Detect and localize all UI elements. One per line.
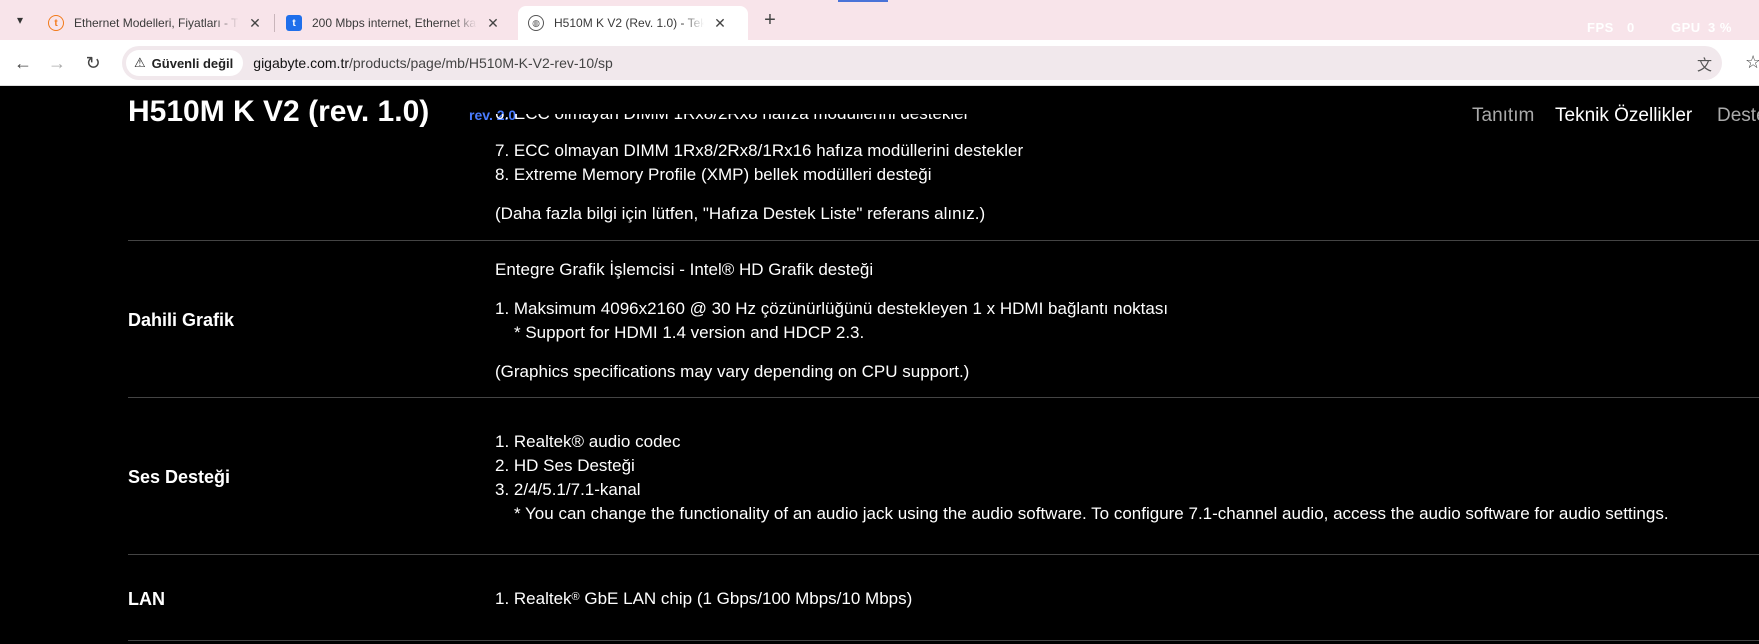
url-domain: gigabyte.com.tr xyxy=(253,55,349,71)
translate-icon[interactable]: 文 xyxy=(1697,54,1712,75)
lan-prefix: 1. Realtek xyxy=(495,589,572,608)
gpu-label: GPU xyxy=(1671,20,1701,35)
url-text[interactable]: gigabyte.com.tr/products/page/mb/H510M-K… xyxy=(253,55,613,71)
spec-label-audio: Ses Desteği xyxy=(128,467,231,487)
section-divider xyxy=(128,640,1759,641)
product-title: H510M K V2 (rev. 1.0) xyxy=(128,95,430,128)
nav-tanitim[interactable]: Tanıtım xyxy=(1472,105,1534,127)
t-icon: t xyxy=(286,15,302,31)
tab-divider xyxy=(274,14,275,32)
tab-200-mbps[interactable]: t 200 Mbps internet, Ethernet kat ✕ xyxy=(276,6,511,40)
spec-label-graphics: Dahili Grafik xyxy=(128,310,235,330)
tab-title: Ethernet Modelleri, Fiyatları - Tr xyxy=(74,16,239,30)
graphics-subline: * Support for HDMI 1.4 version and HDCP … xyxy=(514,323,865,342)
section-divider xyxy=(128,240,1759,241)
audio-line: 2. HD Ses Desteği xyxy=(495,456,635,475)
gpu-value: 3 % xyxy=(1708,20,1732,35)
tab-strip: ▾ t Ethernet Modelleri, Fiyatları - Tr ✕… xyxy=(0,0,1759,40)
url-path: /products/page/mb/H510M-K-V2-rev-10/sp xyxy=(349,55,613,71)
security-label: Güvenli değil xyxy=(151,55,234,71)
section-divider xyxy=(128,397,1759,398)
page-content: H510M K V2 (rev. 1.0) rev. 2.0 Tanıtım T… xyxy=(0,87,1759,644)
fps-label: FPS xyxy=(1587,20,1614,35)
tab-search-chevron-down-icon[interactable]: ▾ xyxy=(8,8,32,32)
tab-indicator xyxy=(838,0,888,2)
nav-destek[interactable]: Deste xyxy=(1717,105,1759,127)
trendyol-icon: t xyxy=(48,15,64,31)
section-divider xyxy=(128,554,1759,555)
address-bar[interactable]: ⚠ Güvenli değil gigabyte.com.tr/products… xyxy=(122,46,1722,80)
audio-line: 1. Realtek® audio codec xyxy=(495,432,681,451)
audio-subline: * You can change the functionality of an… xyxy=(514,504,1669,523)
close-icon[interactable]: ✕ xyxy=(247,15,263,32)
graphics-line: 1. Maksimum 4096x2160 @ 30 Hz çözünürlüğ… xyxy=(495,299,1169,318)
tab-title: H510M K V2 (Rev. 1.0) - Teknik Ö xyxy=(554,16,704,30)
memory-line: 7. ECC olmayan DIMM 1Rx8/2Rx8/1Rx16 hafı… xyxy=(495,141,1024,160)
registered-mark: ® xyxy=(571,591,580,603)
tab-h510m-k-v2[interactable]: ◍ H510M K V2 (Rev. 1.0) - Teknik Ö ✕ xyxy=(518,6,748,40)
warning-triangle-icon: ⚠ xyxy=(134,55,146,70)
tab-title: 200 Mbps internet, Ethernet kat xyxy=(312,16,477,30)
graphics-intro: Entegre Grafik İşlemcisi - Intel® HD Gra… xyxy=(495,260,874,279)
graphics-note: (Graphics specifications may vary depend… xyxy=(495,362,970,381)
memory-line: 8. Extreme Memory Profile (XMP) bellek m… xyxy=(495,165,932,184)
back-arrow-icon[interactable]: ← xyxy=(12,52,34,74)
tab-ethernet-modelleri[interactable]: t Ethernet Modelleri, Fiyatları - Tr ✕ xyxy=(38,6,273,40)
fps-value: 0 xyxy=(1627,20,1635,35)
spec-label-lan: LAN xyxy=(128,589,165,609)
reload-icon[interactable]: ↻ xyxy=(82,52,104,74)
close-icon[interactable]: ✕ xyxy=(485,15,501,32)
audio-line: 3. 2/4/5.1/7.1-kanal xyxy=(495,480,641,499)
bookmark-star-icon[interactable]: ☆ xyxy=(1745,52,1759,73)
memory-note: (Daha fazla bilgi için lütfen, "Hafıza D… xyxy=(495,204,986,223)
lan-line: 1. Realtek® GbE LAN chip (1 Gbps/100 Mbp… xyxy=(495,587,912,611)
memory-partial-line: 6. ECC olmayan DIMM 1Rx8/2Rx8 hafıza mod… xyxy=(495,114,969,124)
forward-arrow-icon[interactable]: → xyxy=(46,52,68,74)
browser-toolbar: ← → ↻ ⚠ Güvenli değil gigabyte.com.tr/pr… xyxy=(0,40,1759,86)
lan-suffix: GbE LAN chip (1 Gbps/100 Mbps/10 Mbps) xyxy=(579,589,913,608)
new-tab-plus-icon[interactable]: + xyxy=(758,8,782,32)
nav-teknik-ozellikler[interactable]: Teknik Özellikler xyxy=(1555,105,1692,127)
globe-icon: ◍ xyxy=(528,15,544,31)
security-indicator[interactable]: ⚠ Güvenli değil xyxy=(126,50,244,76)
close-icon[interactable]: ✕ xyxy=(712,15,728,32)
